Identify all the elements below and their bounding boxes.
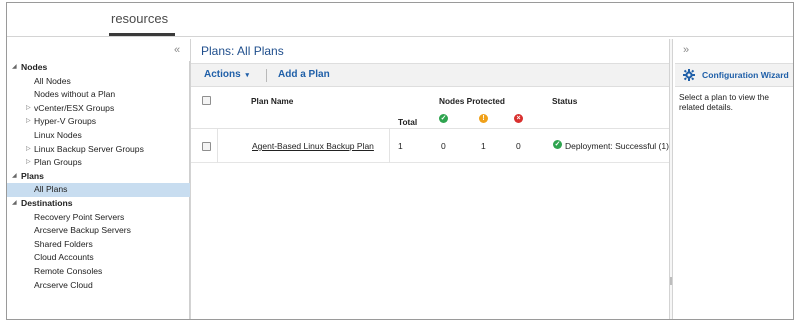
sidebar-item[interactable]: Shared Folders (7, 238, 190, 252)
plan-warning-count: 1 (481, 141, 486, 151)
configuration-wizard-link[interactable]: Configuration Wizard (702, 70, 789, 80)
column-plan-name[interactable]: Plan Name (251, 96, 293, 106)
add-plan-button[interactable]: Add a Plan (278, 69, 330, 80)
tree-arrow-icon[interactable]: ▷ (26, 102, 31, 116)
plan-status: Deployment: Successful (1) (565, 141, 669, 151)
error-circle-icon: × (514, 114, 523, 123)
details-hint: Select a plan to view the related detail… (679, 92, 769, 112)
sidebar-item-label: Destinations (21, 197, 73, 208)
navigation-tree-panel: « ◢ Nodes All Nodes Nodes without a Plan ▷ vC… (7, 39, 190, 319)
tree-arrow-icon[interactable]: ▷ (26, 143, 31, 157)
sidebar-item[interactable]: Remote Consoles (7, 265, 190, 279)
tree-arrow-icon[interactable]: ◢ (12, 61, 17, 75)
sidebar-item[interactable]: Arcserve Cloud (7, 279, 190, 293)
sidebar-item-label: Recovery Point Servers (34, 211, 125, 222)
collapse-left-icon[interactable]: « (174, 44, 180, 56)
sidebar-item-label: All Nodes (34, 75, 71, 86)
navigation-tree: ◢ Nodes All Nodes Nodes without a Plan ▷ vCen… (7, 61, 190, 292)
column-nodes-protected: Nodes Protected (439, 96, 505, 106)
sidebar-item-label: Plans (21, 170, 44, 181)
sidebar-item[interactable]: ▷ vCenter/ESX Groups (7, 102, 190, 116)
sidebar-item[interactable]: ◢ Destinations (7, 197, 190, 211)
sidebar-item[interactable]: Nodes without a Plan (7, 88, 190, 102)
plan-successful-count: 0 (441, 141, 446, 151)
caret-down-icon: ▾ (245, 72, 249, 79)
plans-grid-header: Plan Name Nodes Protected Status Total ✓… (191, 87, 671, 129)
details-panel: » Configuration Wizard Select a plan to (675, 39, 793, 319)
sidebar-item-label: Linux Backup Server Groups (34, 143, 144, 154)
sidebar-item[interactable]: Cloud Accounts (7, 251, 190, 265)
sidebar-item[interactable]: ▷ Plan Groups (7, 156, 190, 170)
tab-resources[interactable]: resources (111, 11, 168, 26)
active-tab-indicator (109, 33, 175, 36)
plan-failed-count: 0 (516, 141, 521, 151)
column-total[interactable]: Total (398, 117, 417, 127)
expand-right-icon[interactable]: » (683, 44, 689, 56)
toolbar-separator (266, 69, 267, 82)
sidebar-item[interactable]: Arcserve Backup Servers (7, 224, 190, 238)
page-title: Plans: All Plans (201, 44, 284, 58)
sidebar-item[interactable]: All Nodes (7, 75, 190, 89)
sidebar-item-label: vCenter/ESX Groups (34, 102, 115, 113)
sidebar-item[interactable]: ◢ Nodes (7, 61, 190, 75)
sidebar-item-label: Cloud Accounts (34, 252, 94, 263)
tree-arrow-icon[interactable]: ▷ (26, 156, 31, 170)
status-success-icon: ✓ (553, 140, 562, 149)
gear-icon[interactable] (683, 69, 695, 81)
sidebar-item-label: Hyper-V Groups (34, 116, 97, 127)
sidebar-item-label: Shared Folders (34, 238, 93, 249)
sidebar-item[interactable]: ▷ Hyper-V Groups (7, 115, 190, 129)
top-tab-bar: resources (7, 3, 793, 37)
tree-arrow-icon[interactable]: ▷ (26, 115, 31, 129)
sidebar-item-label: Arcserve Cloud (34, 279, 93, 290)
sidebar-item[interactable]: Linux Nodes (7, 129, 190, 143)
table-row[interactable]: Agent-Based Linux Backup Plan 1 0 1 0 ✓ … (191, 129, 671, 163)
check-circle-icon: ✓ (439, 114, 448, 123)
plan-total-count: 1 (398, 141, 403, 151)
sidebar-item-label: Nodes without a Plan (34, 89, 116, 100)
sidebar-item-label: All Plans (34, 184, 68, 195)
sidebar-item-label: Arcserve Backup Servers (34, 225, 131, 236)
row-checkbox[interactable] (202, 142, 211, 151)
sidebar-item-label: Remote Consoles (34, 265, 103, 276)
tree-arrow-icon[interactable]: ◢ (12, 197, 17, 211)
sidebar-item-label: Plan Groups (34, 157, 82, 168)
configuration-wizard-bar: Configuration Wizard (675, 63, 793, 87)
column-divider (389, 129, 390, 163)
sidebar-item[interactable]: All Plans (7, 183, 190, 197)
sidebar-item-label: Linux Nodes (34, 129, 82, 140)
right-splitter[interactable] (669, 39, 673, 319)
sidebar-item[interactable]: Recovery Point Servers (7, 211, 190, 225)
warning-circle-icon: ! (479, 114, 488, 123)
tree-arrow-icon[interactable]: ◢ (12, 170, 17, 184)
plans-toolbar: Actions ▾ Add a Plan (191, 63, 671, 87)
splitter-grip[interactable] (670, 277, 672, 285)
column-status[interactable]: Status (552, 96, 577, 106)
sidebar-item-label: Nodes (21, 62, 48, 72)
plan-name-link[interactable]: Agent-Based Linux Backup Plan (252, 141, 374, 151)
plans-panel: Plans: All Plans Actions ▾ Add a Plan Pl… (191, 39, 671, 319)
actions-label: Actions (204, 69, 241, 80)
app-window: resources « ◢ Nodes All Nodes Nodes without… (6, 2, 794, 320)
select-all-checkbox[interactable] (202, 96, 211, 105)
actions-menu-button[interactable]: Actions ▾ (204, 69, 249, 80)
nav-header: « (7, 39, 190, 61)
column-divider (217, 129, 218, 163)
sidebar-item[interactable]: ◢ Plans (7, 170, 190, 184)
sidebar-item[interactable]: ▷ Linux Backup Server Groups (7, 143, 190, 157)
